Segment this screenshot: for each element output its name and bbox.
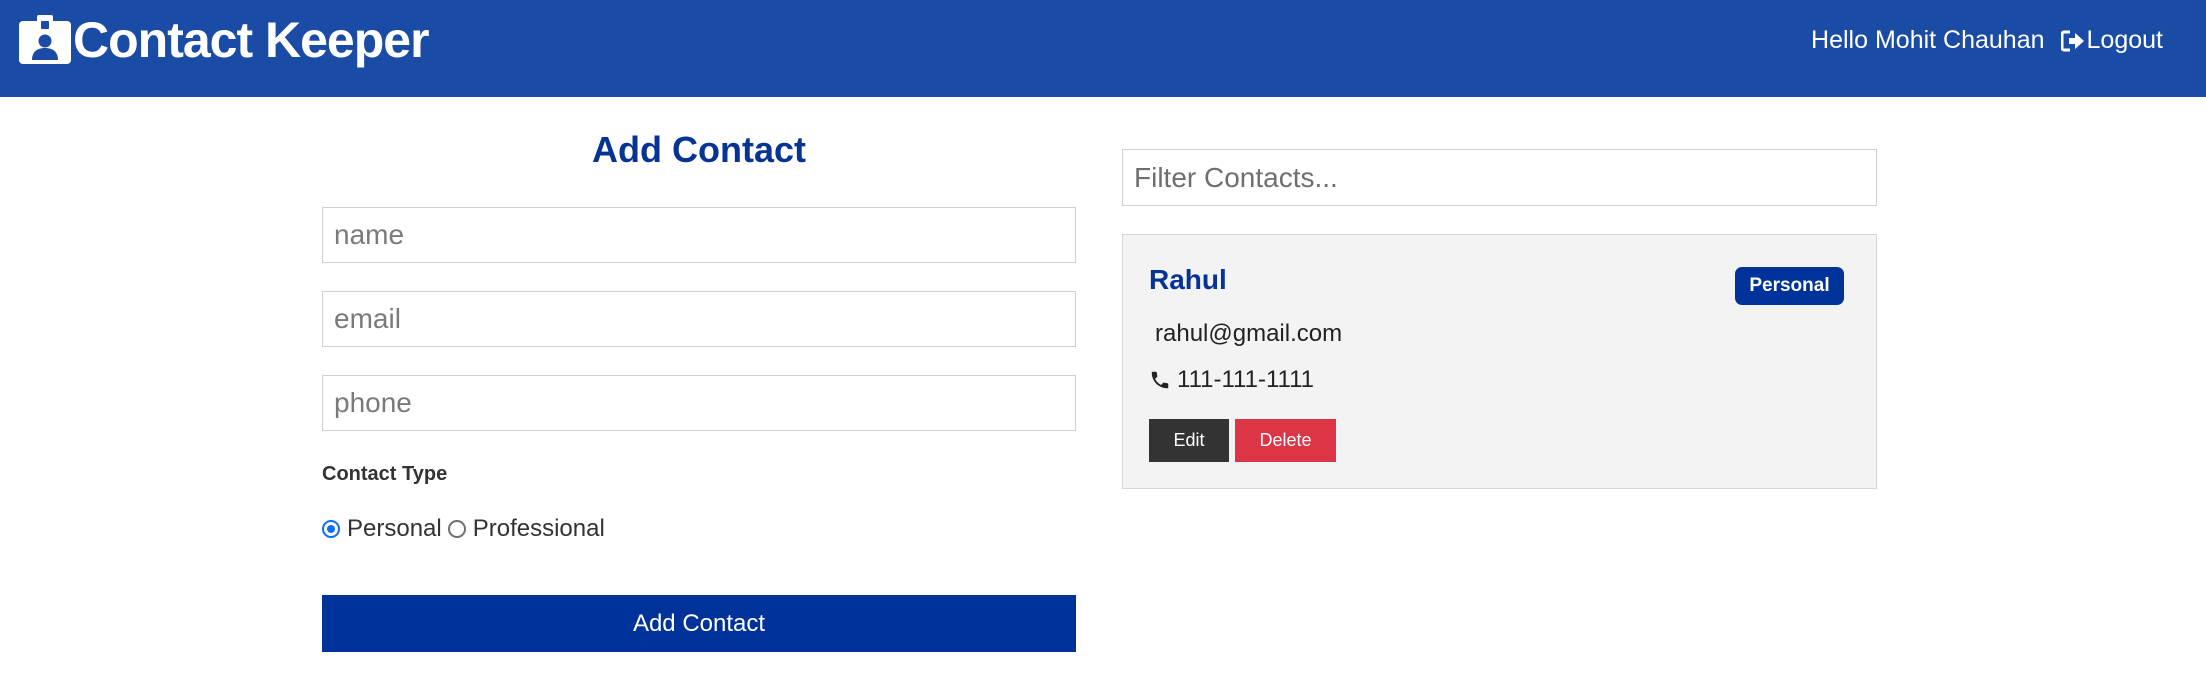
professional-radio-label: Professional: [472, 515, 605, 542]
contact-email: rahul@gmail.com: [1155, 320, 1343, 347]
id-badge-icon: [19, 15, 71, 64]
contact-card: Rahul Personal rahul@gmail.com 111-111-1…: [1122, 234, 1877, 489]
contact-phone: 111-111-1111: [1177, 366, 1314, 393]
contact-type-label: Contact Type: [322, 463, 448, 485]
brand[interactable]: Contact Keeper: [18, 12, 430, 68]
form-title: Add Contact: [592, 129, 806, 170]
user-greeting: Hello Mohit Chauhan: [1811, 26, 2045, 54]
phone-icon: [1151, 371, 1169, 389]
logout-label: Logout: [2086, 26, 2163, 54]
personal-radio[interactable]: [322, 520, 340, 538]
email-input[interactable]: [322, 291, 1076, 347]
contact-phone-row: 111-111-1111: [1149, 366, 1314, 394]
phone-input[interactable]: [322, 375, 1076, 431]
filter-input[interactable]: [1122, 149, 1877, 206]
app-title: Contact Keeper: [73, 12, 430, 68]
contact-type-radios: Personal Professional: [322, 515, 611, 543]
sign-out-icon: [2060, 30, 2084, 51]
contact-name: Rahul: [1149, 264, 1227, 295]
contact-type-badge: Personal: [1735, 267, 1844, 305]
personal-radio-label: Personal: [347, 515, 442, 542]
navbar: Contact Keeper Hello Mohit Chauhan Logou…: [0, 0, 2206, 97]
name-input[interactable]: [322, 207, 1076, 263]
nav-right: Hello Mohit Chauhan Logout: [1811, 26, 2163, 55]
delete-button[interactable]: Delete: [1235, 419, 1336, 462]
professional-radio[interactable]: [447, 520, 466, 538]
add-contact-form: Add Contact Contact Type Personal Profes…: [322, 129, 1076, 652]
logout-link[interactable]: Logout: [2060, 26, 2163, 55]
edit-button[interactable]: Edit: [1149, 419, 1229, 462]
add-contact-button[interactable]: Add Contact: [322, 595, 1076, 652]
